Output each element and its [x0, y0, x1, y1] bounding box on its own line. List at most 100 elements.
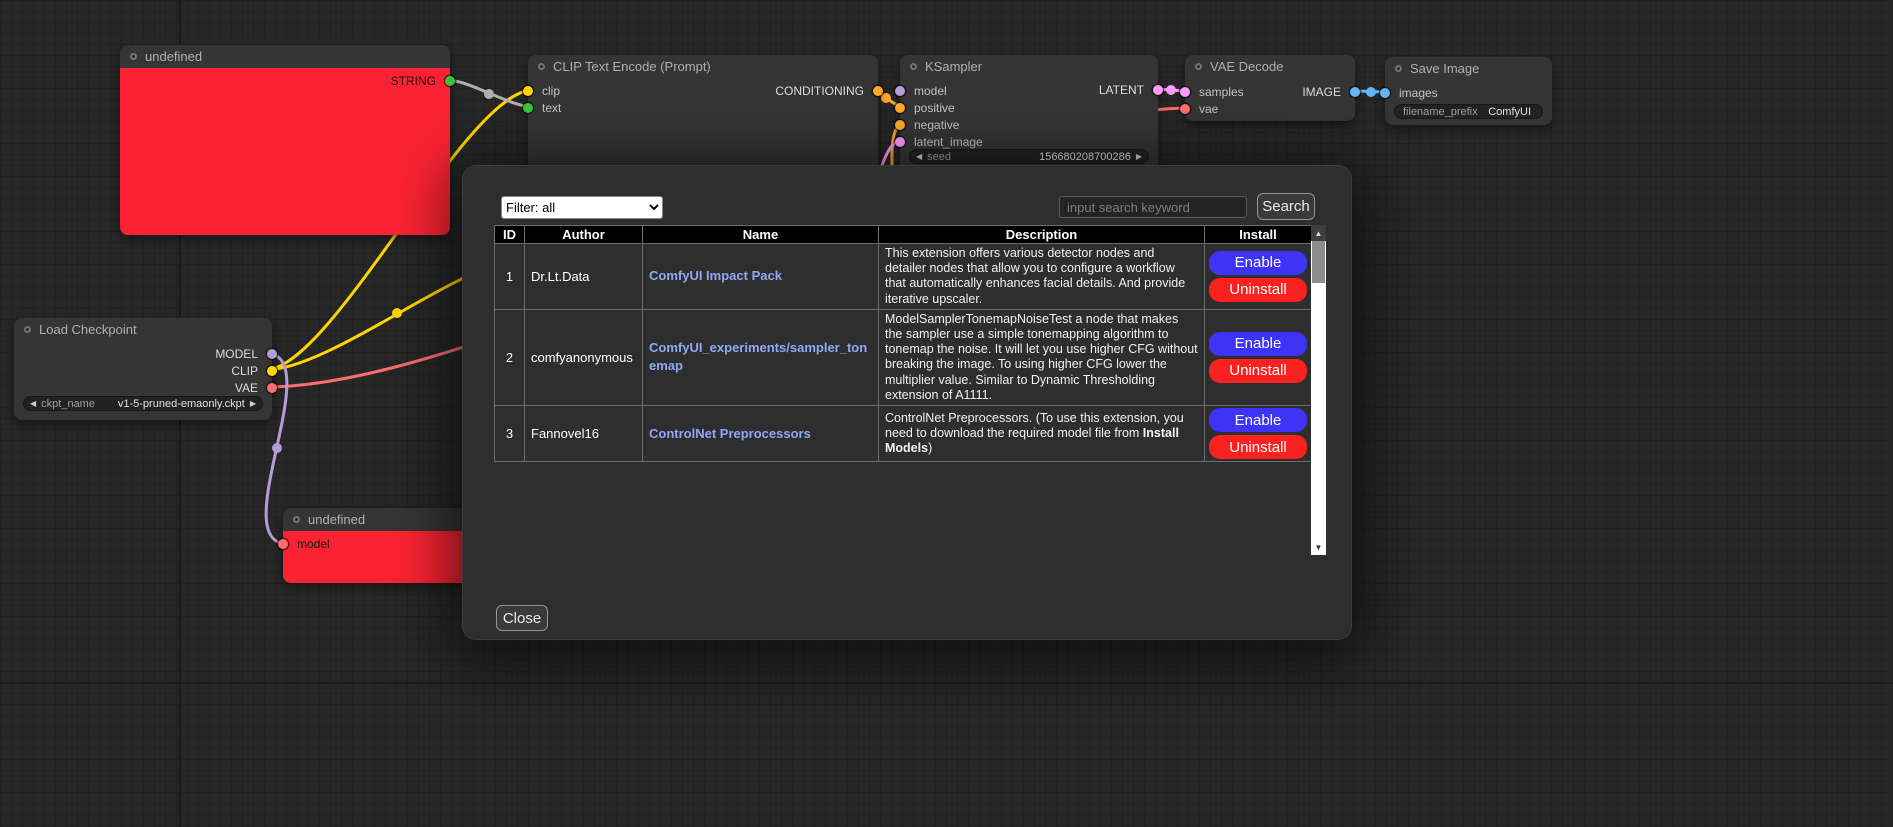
- seed-widget[interactable]: ◀ seed 156680208700286 ▶: [909, 149, 1149, 164]
- images-input-port[interactable]: [1380, 88, 1390, 98]
- node-undefined-bottom-header[interactable]: undefined: [283, 508, 473, 531]
- collapse-dot-icon[interactable]: [1395, 65, 1402, 72]
- positive-input-port[interactable]: [895, 103, 905, 113]
- filename-prefix-widget[interactable]: filename_prefix ComfyUI: [1394, 104, 1543, 119]
- wire-midpoint-dot-image: [1366, 87, 1376, 97]
- model-output-port[interactable]: [267, 349, 277, 359]
- node-title: undefined: [145, 49, 202, 64]
- increment-arrow-icon[interactable]: ▶: [250, 396, 256, 411]
- widget-value: ComfyUI: [1488, 106, 1531, 118]
- search-button[interactable]: Search: [1257, 193, 1315, 220]
- input-slot-negative[interactable]: negative: [900, 116, 1158, 133]
- output-slot-vae[interactable]: VAE: [14, 379, 272, 396]
- node-vae-decode[interactable]: VAE Decode samples vae IMAGE: [1185, 55, 1355, 121]
- input-slot-images[interactable]: images: [1385, 84, 1552, 101]
- input-slot-text[interactable]: text: [528, 99, 878, 116]
- table-row: 1 Dr.Lt.Data ComfyUI Impact Pack This ex…: [495, 244, 1312, 310]
- node-vae-decode-header[interactable]: VAE Decode: [1185, 55, 1355, 78]
- increment-arrow-icon[interactable]: ▶: [1136, 149, 1142, 164]
- extension-link[interactable]: ComfyUI_experiments/sampler_tonemap: [649, 340, 867, 373]
- port-label: positive: [914, 101, 955, 115]
- extensions-table: ID Author Name Description Install 1 Dr.…: [494, 225, 1312, 462]
- negative-input-port[interactable]: [895, 120, 905, 130]
- latent-image-input-port[interactable]: [895, 137, 905, 147]
- latent-output-port[interactable]: [1153, 85, 1163, 95]
- collapse-dot-icon[interactable]: [538, 63, 545, 70]
- filter-select[interactable]: Filter: all: [501, 196, 663, 219]
- node-save-image[interactable]: Save Image images filename_prefix ComfyU…: [1385, 57, 1552, 125]
- collapse-dot-icon[interactable]: [130, 53, 137, 60]
- enable-button[interactable]: Enable: [1209, 251, 1307, 275]
- scroll-up-icon[interactable]: ▲: [1311, 225, 1326, 241]
- description-text: ): [928, 441, 932, 455]
- vae-input-port[interactable]: [1180, 104, 1190, 114]
- port-label: negative: [914, 118, 959, 132]
- port-label: LATENT: [1099, 83, 1144, 97]
- uninstall-button[interactable]: Uninstall: [1209, 278, 1307, 302]
- decrement-arrow-icon[interactable]: ◀: [30, 396, 36, 411]
- node-save-image-header[interactable]: Save Image: [1385, 57, 1552, 80]
- widget-label: ckpt_name: [41, 398, 95, 410]
- input-slot-vae[interactable]: vae: [1185, 100, 1355, 117]
- header-install: Install: [1205, 226, 1312, 244]
- collapse-dot-icon[interactable]: [293, 516, 300, 523]
- ckpt-name-widget[interactable]: ◀ ckpt_name v1-5-pruned-emaonly.ckpt ▶: [23, 396, 263, 411]
- conditioning-output-port[interactable]: [873, 86, 883, 96]
- output-slot-image[interactable]: IMAGE: [1185, 83, 1355, 100]
- node-load-checkpoint-header[interactable]: Load Checkpoint: [14, 318, 272, 341]
- extension-link[interactable]: ControlNet Preprocessors: [649, 426, 811, 441]
- output-slot-conditioning[interactable]: CONDITIONING: [528, 82, 878, 99]
- collapse-dot-icon[interactable]: [910, 63, 917, 70]
- clip-output-port[interactable]: [267, 366, 277, 376]
- search-input[interactable]: [1059, 196, 1247, 218]
- enable-button[interactable]: Enable: [1209, 332, 1307, 356]
- vae-output-port[interactable]: [267, 383, 277, 393]
- input-slot-positive[interactable]: positive: [900, 99, 1158, 116]
- node-ksampler-header[interactable]: KSampler: [900, 55, 1158, 78]
- table-row: 2 comfyanonymous ComfyUI_experiments/sam…: [495, 309, 1312, 405]
- extension-link[interactable]: ComfyUI Impact Pack: [649, 268, 782, 283]
- error-node-body: model: [283, 531, 473, 583]
- node-undefined-top-header[interactable]: undefined: [120, 45, 450, 68]
- table-scrollbar[interactable]: ▲ ▼: [1311, 225, 1326, 555]
- node-title: undefined: [308, 512, 365, 527]
- description-text: ControlNet Preprocessors. (To use this e…: [885, 411, 1184, 440]
- image-output-port[interactable]: [1350, 87, 1360, 97]
- node-undefined-bottom[interactable]: undefined model: [283, 508, 473, 583]
- widget-label: seed: [927, 151, 951, 163]
- port-label: STRING: [391, 74, 436, 88]
- cell-author: Dr.Lt.Data: [525, 244, 643, 310]
- output-slot-string[interactable]: STRING: [120, 72, 450, 89]
- node-load-checkpoint[interactable]: Load Checkpoint MODEL CLIP VAE ◀ ckpt_na…: [14, 318, 272, 420]
- port-label: latent_image: [914, 135, 983, 149]
- input-slot-model[interactable]: model: [283, 535, 473, 552]
- enable-button[interactable]: Enable: [1209, 408, 1307, 432]
- decrement-arrow-icon[interactable]: ◀: [916, 149, 922, 164]
- cell-description: This extension offers various detector n…: [879, 244, 1205, 310]
- model-input-port[interactable]: [278, 539, 288, 549]
- cell-id: 1: [495, 244, 525, 310]
- scrollbar-thumb[interactable]: [1312, 241, 1325, 283]
- port-label: text: [542, 101, 561, 115]
- uninstall-button[interactable]: Uninstall: [1209, 359, 1307, 383]
- output-slot-clip[interactable]: CLIP: [14, 362, 272, 379]
- node-title: VAE Decode: [1210, 59, 1283, 74]
- error-node-body: STRING: [120, 68, 450, 235]
- port-label: CONDITIONING: [775, 84, 864, 98]
- output-slot-model[interactable]: MODEL: [14, 345, 272, 362]
- text-input-port[interactable]: [523, 103, 533, 113]
- node-clip-text-encode-header[interactable]: CLIP Text Encode (Prompt): [528, 55, 878, 78]
- cell-description: ControlNet Preprocessors. (To use this e…: [879, 406, 1205, 462]
- comfyui-canvas[interactable]: undefined STRING CLIP Text Encode (Promp…: [0, 0, 1893, 827]
- string-output-port[interactable]: [445, 76, 455, 86]
- collapse-dot-icon[interactable]: [1195, 63, 1202, 70]
- node-undefined-top[interactable]: undefined STRING: [120, 45, 450, 235]
- close-button[interactable]: Close: [496, 605, 548, 631]
- scroll-down-icon[interactable]: ▼: [1311, 539, 1326, 555]
- port-label: model: [297, 537, 330, 551]
- uninstall-button[interactable]: Uninstall: [1209, 435, 1307, 459]
- node-ksampler[interactable]: KSampler model positive negative latent_…: [900, 55, 1158, 175]
- collapse-dot-icon[interactable]: [24, 326, 31, 333]
- output-slot-latent[interactable]: LATENT: [900, 81, 1158, 98]
- input-slot-latent-image[interactable]: latent_image: [900, 133, 1158, 150]
